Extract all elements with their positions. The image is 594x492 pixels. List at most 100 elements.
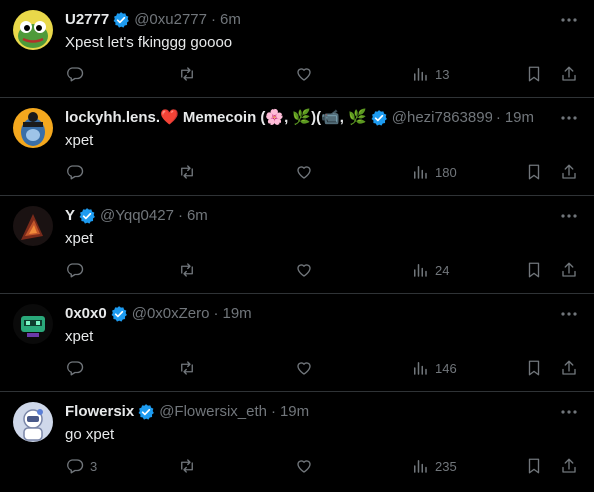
bookmark-icon (528, 164, 540, 180)
avatar[interactable] (13, 304, 53, 344)
timestamp[interactable]: 19m (280, 402, 309, 422)
avatar[interactable] (13, 10, 53, 50)
retweet-button[interactable] (178, 456, 202, 476)
like-button[interactable] (295, 162, 319, 182)
share-button[interactable] (560, 260, 578, 280)
view-count: 13 (435, 66, 450, 82)
reply-icon (67, 263, 84, 278)
view-count: 180 (435, 164, 457, 180)
bookmark-icon (528, 66, 540, 82)
retweet-icon (181, 361, 193, 375)
reply-icon (67, 67, 84, 82)
tweet-text: xpet (65, 230, 94, 247)
avatar[interactable] (13, 402, 53, 442)
more-options-button[interactable] (559, 10, 579, 30)
reply-button[interactable] (66, 358, 90, 378)
timestamp[interactable]: 19m (505, 108, 534, 128)
views-button[interactable]: 180 (411, 162, 457, 182)
author-name[interactable]: Y (65, 206, 75, 226)
separator: · (177, 207, 183, 224)
share-button[interactable] (560, 456, 578, 476)
avatar[interactable] (13, 108, 53, 148)
share-button[interactable] (560, 162, 578, 182)
like-button[interactable] (295, 260, 319, 280)
retweet-button[interactable] (178, 260, 202, 280)
bookmark-button[interactable] (525, 358, 543, 378)
reply-count: 3 (90, 458, 98, 474)
more-icon (561, 214, 577, 218)
like-button[interactable] (295, 456, 319, 476)
analytics-icon (414, 166, 427, 179)
tweet-text: xpet (65, 132, 94, 149)
heart-icon (297, 166, 311, 179)
avatar[interactable] (13, 206, 53, 246)
share-button[interactable] (560, 64, 578, 84)
author-handle[interactable]: @Yqq0427 (100, 206, 174, 226)
tweet[interactable]: U2777 @0xu2777 · 6m Xpest let's fkinggg … (0, 0, 594, 98)
bookmark-icon (528, 262, 540, 278)
view-count: 24 (435, 262, 450, 278)
tweet[interactable]: lockyhh.lens.❤️ Memecoin (🌸, 🌿)(📹, 🌿 @he… (0, 98, 594, 196)
more-icon (561, 312, 577, 316)
bookmark-icon (528, 458, 540, 474)
tweet[interactable]: Y @Yqq0427 · 6m xpet 24 (0, 196, 594, 294)
bookmark-button[interactable] (525, 456, 543, 476)
views-button[interactable]: 146 (411, 358, 457, 378)
more-icon (561, 18, 577, 22)
verified-badge-icon (79, 208, 95, 224)
analytics-icon (414, 362, 427, 375)
tweet-header: Flowersix @Flowersix_eth · 19m (65, 402, 534, 422)
verified-badge-icon (138, 404, 155, 420)
reply-button[interactable] (66, 260, 90, 280)
tweet[interactable]: 0x0x0 @0x0xZero · 19m xpet 146 (0, 294, 594, 392)
like-button[interactable] (295, 64, 319, 84)
bookmark-button[interactable] (525, 64, 543, 84)
tweet-actions: 180 (60, 162, 584, 182)
share-icon (562, 66, 576, 81)
author-name[interactable]: 0x0x0 (65, 304, 107, 324)
author-handle[interactable]: @0x0xZero (132, 304, 210, 324)
tweet-text: xpet (65, 328, 94, 345)
more-options-button[interactable] (559, 206, 579, 226)
heart-icon (297, 460, 311, 473)
reply-button[interactable]: 3 (66, 456, 97, 476)
views-button[interactable]: 235 (411, 456, 457, 476)
more-options-button[interactable] (559, 108, 579, 128)
author-handle[interactable]: @Flowersix_eth (159, 402, 267, 422)
author-name[interactable]: U2777 (65, 10, 109, 30)
analytics-icon (414, 68, 427, 81)
retweet-icon (181, 459, 193, 473)
more-options-button[interactable] (559, 402, 579, 422)
timestamp[interactable]: 6m (220, 10, 241, 30)
more-options-button[interactable] (559, 304, 579, 324)
author-handle[interactable]: @hezi78638998 (392, 108, 492, 128)
tweet-actions: 24 (60, 260, 584, 280)
reply-button[interactable] (66, 64, 90, 84)
analytics-icon (414, 264, 427, 277)
verified-badge-icon (113, 12, 130, 28)
like-button[interactable] (295, 358, 319, 378)
tweet-header: U2777 @0xu2777 · 6m (65, 10, 534, 30)
heart-icon (297, 68, 311, 81)
author-name[interactable]: lockyhh.lens.❤️ Memecoin (🌸, 🌿)(📹, 🌿 (65, 108, 367, 128)
bookmark-button[interactable] (525, 162, 543, 182)
bookmark-button[interactable] (525, 260, 543, 280)
tweet-header: lockyhh.lens.❤️ Memecoin (🌸, 🌿)(📹, 🌿 @he… (65, 108, 534, 128)
analytics-icon (414, 460, 427, 473)
share-icon (562, 360, 576, 375)
timestamp[interactable]: 6m (187, 206, 208, 226)
timestamp[interactable]: 19m (222, 304, 251, 324)
retweet-button[interactable] (178, 162, 202, 182)
retweet-button[interactable] (178, 64, 202, 84)
views-button[interactable]: 24 (411, 260, 449, 280)
views-button[interactable]: 13 (411, 64, 449, 84)
reply-button[interactable] (66, 162, 90, 182)
share-icon (562, 164, 576, 179)
author-handle[interactable]: @0xu2777 (134, 10, 207, 30)
tweet-actions: 146 (60, 358, 584, 378)
author-name[interactable]: Flowersix (65, 402, 134, 422)
share-button[interactable] (560, 358, 578, 378)
tweet[interactable]: Flowersix @Flowersix_eth · 19m go xpet 3 (0, 392, 594, 492)
frog-avatar-icon (13, 10, 53, 50)
retweet-button[interactable] (178, 358, 202, 378)
